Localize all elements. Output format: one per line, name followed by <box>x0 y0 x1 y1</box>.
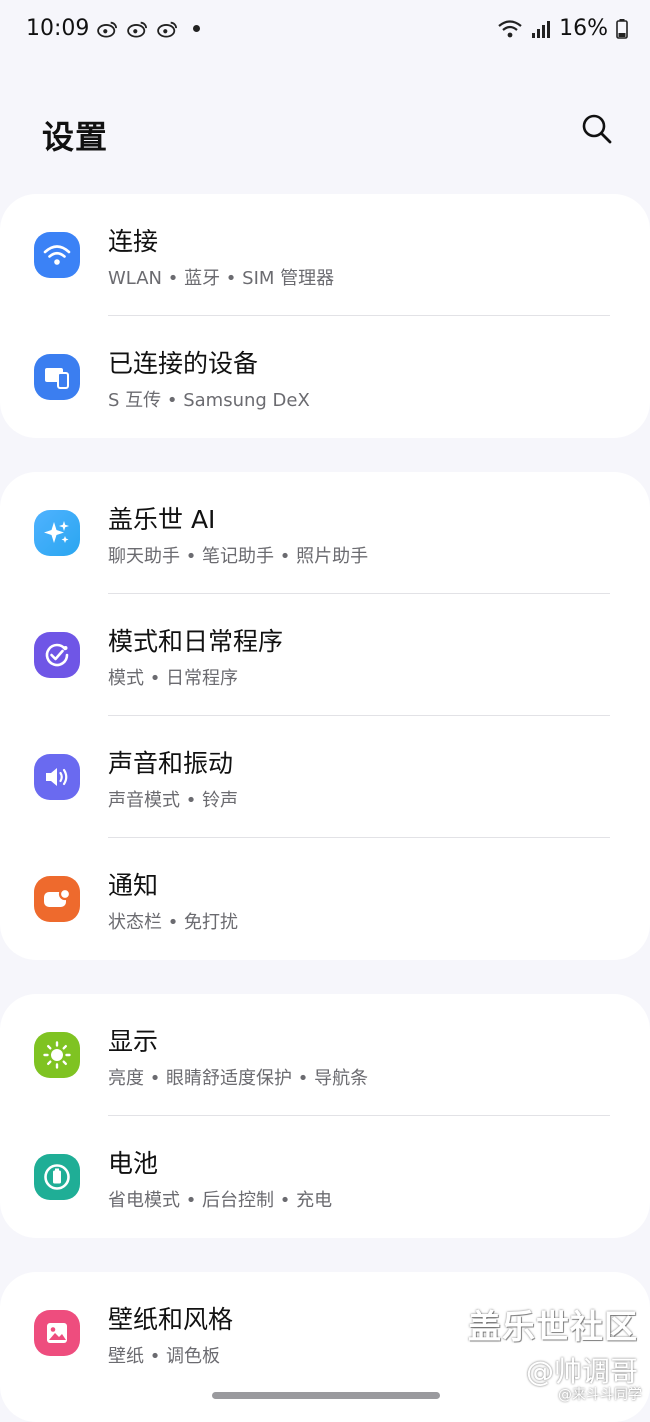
settings-item-title: 通知 <box>108 871 159 900</box>
battery-icon <box>616 18 628 39</box>
weibo-icon <box>157 21 178 38</box>
settings-item-title: 模式和日常程序 <box>108 627 284 656</box>
watermark-community: 盖乐世社区 <box>468 1307 638 1346</box>
search-icon <box>582 114 612 144</box>
settings-item-modes-routines[interactable]: 模式和日常程序 模式 • 日常程序 <box>0 594 650 716</box>
watermark-weibo: @来斗斗同学 <box>558 1387 642 1403</box>
status-right: 16% <box>497 16 628 41</box>
settings-group-display-battery: 显示 亮度 • 眼睛舒适度保护 • 导航条 电池 省电模式 • 后台控制 • 充… <box>0 994 650 1238</box>
devices-icon <box>34 354 80 400</box>
wifi-icon <box>34 232 80 278</box>
settings-item-title: 已连接的设备 <box>108 349 259 378</box>
settings-item-subtitle: S 互传 • Samsung DeX <box>108 390 310 411</box>
wifi-icon <box>498 19 522 37</box>
status-time: 10:09 <box>26 16 90 41</box>
settings-item-subtitle: 聊天助手 • 笔记助手 • 照片助手 <box>108 546 369 567</box>
settings-item-connected-devices[interactable]: 已连接的设备 S 互传 • Samsung DeX <box>0 316 650 438</box>
settings-group-connections: 连接 WLAN • 蓝牙 • SIM 管理器 已连接的设备 S 互传 • Sam… <box>0 194 650 438</box>
battery-care-icon <box>34 1154 80 1200</box>
settings-item-subtitle: 省电模式 • 后台控制 • 充电 <box>108 1190 333 1211</box>
settings-item-title: 电池 <box>108 1149 159 1178</box>
settings-item-subtitle: 壁纸 • 调色板 <box>108 1346 221 1367</box>
settings-item-sound-vibration[interactable]: 声音和振动 声音模式 • 铃声 <box>0 716 650 838</box>
settings-item-subtitle: 声音模式 • 铃声 <box>108 790 239 811</box>
settings-item-title: 显示 <box>108 1027 159 1056</box>
settings-item-title: 声音和振动 <box>108 749 234 778</box>
settings-group-features: 盖乐世 AI 聊天助手 • 笔记助手 • 照片助手 模式和日常程序 模式 • 日… <box>0 472 650 960</box>
settings-item-display[interactable]: 显示 亮度 • 眼睛舒适度保护 • 导航条 <box>0 994 650 1116</box>
settings-item-galaxy-ai[interactable]: 盖乐世 AI 聊天助手 • 笔记助手 • 照片助手 <box>0 472 650 594</box>
settings-item-title: 连接 <box>108 227 159 256</box>
signal-icon <box>532 20 551 38</box>
settings-item-title: 盖乐世 AI <box>108 505 216 534</box>
home-indicator[interactable] <box>212 1392 440 1399</box>
weibo-icon <box>127 21 148 38</box>
status-left: 10:09 <box>26 16 201 41</box>
header: 设置 <box>0 100 650 160</box>
page-title: 设置 <box>42 118 109 156</box>
battery-percent: 16% <box>559 16 608 41</box>
wallpaper-icon <box>34 1310 80 1356</box>
settings-item-subtitle: 模式 • 日常程序 <box>108 668 239 689</box>
status-bar: 10:09 16% <box>0 0 650 64</box>
notification-dot-icon <box>193 25 201 32</box>
settings-item-battery[interactable]: 电池 省电模式 • 后台控制 • 充电 <box>0 1116 650 1238</box>
notification-icon <box>34 876 80 922</box>
search-button[interactable] <box>578 110 616 148</box>
weibo-icon <box>97 21 118 38</box>
sun-icon <box>34 1032 80 1078</box>
volume-icon <box>34 754 80 800</box>
settings-item-notifications[interactable]: 通知 状态栏 • 免打扰 <box>0 838 650 960</box>
settings-item-subtitle: 状态栏 • 免打扰 <box>108 912 239 933</box>
sparkle-icon <box>34 510 80 556</box>
settings-item-connections[interactable]: 连接 WLAN • 蓝牙 • SIM 管理器 <box>0 194 650 316</box>
settings-item-subtitle: 亮度 • 眼睛舒适度保护 • 导航条 <box>108 1068 369 1089</box>
settings-item-subtitle: WLAN • 蓝牙 • SIM 管理器 <box>108 268 335 289</box>
routine-icon <box>34 632 80 678</box>
settings-item-title: 壁纸和风格 <box>108 1305 234 1334</box>
